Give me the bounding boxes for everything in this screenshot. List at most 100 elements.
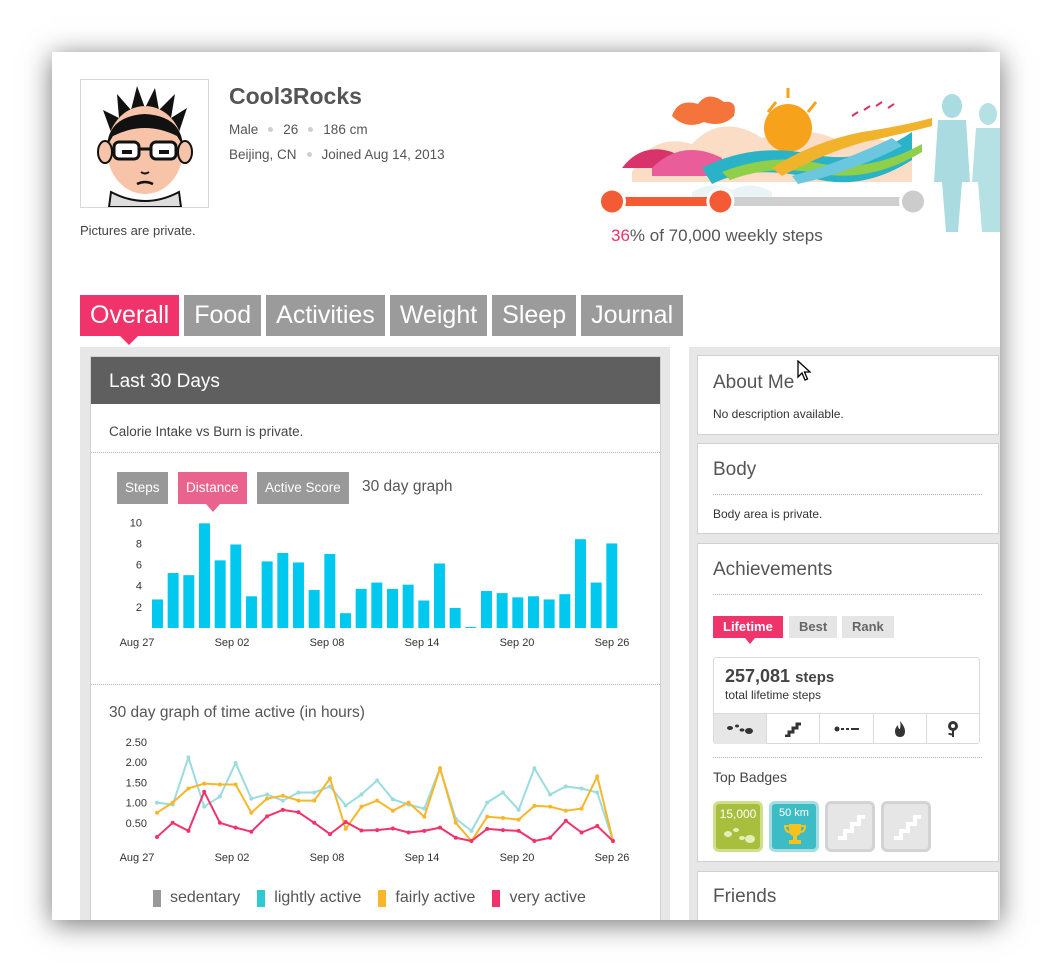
- data-point[interactable]: [312, 820, 317, 825]
- distance-graph-button[interactable]: Distance: [178, 472, 247, 512]
- data-point[interactable]: [532, 838, 537, 843]
- data-point[interactable]: [312, 798, 317, 803]
- data-point[interactable]: [485, 826, 490, 831]
- bar[interactable]: [183, 575, 195, 628]
- data-point[interactable]: [595, 824, 600, 829]
- data-point[interactable]: [217, 794, 222, 799]
- data-point[interactable]: [406, 800, 411, 805]
- data-point[interactable]: [296, 790, 301, 795]
- tab-overall[interactable]: Overall: [80, 295, 180, 345]
- badge-50-km[interactable]: 50 km: [769, 801, 819, 852]
- tab-weight[interactable]: Weight: [389, 295, 488, 336]
- bar[interactable]: [230, 544, 242, 628]
- data-point[interactable]: [500, 828, 505, 833]
- data-point[interactable]: [280, 793, 285, 798]
- data-point[interactable]: [280, 798, 285, 803]
- bar[interactable]: [308, 589, 320, 628]
- bar[interactable]: [402, 584, 414, 628]
- data-point[interactable]: [516, 817, 521, 822]
- data-point[interactable]: [438, 825, 443, 830]
- bar[interactable]: [199, 523, 210, 628]
- data-point[interactable]: [406, 830, 411, 835]
- data-point[interactable]: [390, 826, 395, 831]
- badge-locked-stairs[interactable]: [825, 801, 875, 852]
- data-point[interactable]: [170, 800, 175, 805]
- tab-lifetime[interactable]: Lifetime: [713, 616, 783, 644]
- bar[interactable]: [575, 539, 586, 628]
- bar[interactable]: [496, 593, 508, 628]
- data-point[interactable]: [516, 828, 521, 833]
- data-point[interactable]: [548, 792, 553, 797]
- data-point[interactable]: [233, 782, 238, 787]
- data-point[interactable]: [265, 792, 270, 797]
- data-point[interactable]: [469, 828, 474, 833]
- data-point[interactable]: [485, 800, 490, 805]
- data-point[interactable]: [186, 786, 191, 791]
- bar[interactable]: [590, 582, 602, 628]
- bar[interactable]: [543, 599, 555, 628]
- data-point[interactable]: [233, 825, 238, 830]
- data-point[interactable]: [359, 828, 364, 833]
- data-point[interactable]: [422, 828, 427, 833]
- data-point[interactable]: [202, 804, 207, 809]
- badge-15000-steps[interactable]: 15,000: [713, 801, 763, 852]
- data-point[interactable]: [390, 808, 395, 813]
- bar[interactable]: [371, 582, 383, 628]
- data-point[interactable]: [516, 807, 521, 812]
- data-point[interactable]: [170, 820, 175, 825]
- steps-graph-button[interactable]: Steps: [117, 472, 168, 504]
- data-point[interactable]: [563, 818, 568, 823]
- data-point[interactable]: [249, 829, 254, 834]
- data-point[interactable]: [280, 807, 285, 812]
- data-point[interactable]: [390, 797, 395, 802]
- data-point[interactable]: [186, 755, 191, 760]
- data-point[interactable]: [500, 790, 505, 795]
- data-point[interactable]: [155, 800, 159, 805]
- bar[interactable]: [387, 588, 398, 628]
- data-point[interactable]: [155, 810, 159, 815]
- flower-icon[interactable]: [925, 714, 979, 744]
- bar[interactable]: [434, 563, 445, 628]
- tab-journal[interactable]: Journal: [581, 295, 684, 336]
- badge-locked-stairs[interactable]: [881, 801, 931, 852]
- data-point[interactable]: [485, 814, 490, 819]
- tab-activities[interactable]: Activities: [266, 295, 385, 336]
- data-point[interactable]: [548, 835, 553, 840]
- stairs-icon[interactable]: [766, 714, 819, 744]
- data-point[interactable]: [595, 774, 600, 779]
- bar[interactable]: [418, 600, 430, 628]
- data-point[interactable]: [359, 792, 364, 797]
- tab-food[interactable]: Food: [184, 295, 262, 336]
- data-point[interactable]: [359, 804, 364, 809]
- bar[interactable]: [340, 613, 351, 628]
- data-point[interactable]: [202, 781, 207, 786]
- active-score-graph-button[interactable]: Active Score: [257, 472, 349, 504]
- weekly-steps-progress-slider[interactable]: [597, 182, 927, 222]
- data-point[interactable]: [375, 778, 380, 783]
- slider-progress-handle[interactable]: [709, 190, 732, 213]
- bar[interactable]: [465, 626, 477, 628]
- data-point[interactable]: [532, 766, 537, 771]
- data-point[interactable]: [186, 828, 191, 833]
- bar[interactable]: [324, 554, 336, 628]
- data-point[interactable]: [579, 786, 584, 791]
- bar[interactable]: [606, 543, 618, 628]
- data-point[interactable]: [438, 766, 443, 771]
- data-point[interactable]: [595, 790, 600, 795]
- flame-icon[interactable]: [872, 714, 926, 744]
- data-point[interactable]: [563, 784, 568, 789]
- data-point[interactable]: [233, 761, 238, 766]
- data-point[interactable]: [579, 806, 584, 811]
- bar[interactable]: [512, 597, 524, 628]
- data-point[interactable]: [500, 815, 505, 820]
- data-point[interactable]: [422, 814, 427, 819]
- bar[interactable]: [214, 560, 226, 628]
- data-point[interactable]: [296, 810, 301, 815]
- data-point[interactable]: [343, 820, 348, 824]
- data-point[interactable]: [343, 826, 348, 831]
- data-point[interactable]: [375, 798, 380, 803]
- data-point[interactable]: [312, 790, 317, 795]
- data-point[interactable]: [327, 776, 332, 781]
- data-point[interactable]: [202, 789, 207, 794]
- data-point[interactable]: [532, 803, 537, 808]
